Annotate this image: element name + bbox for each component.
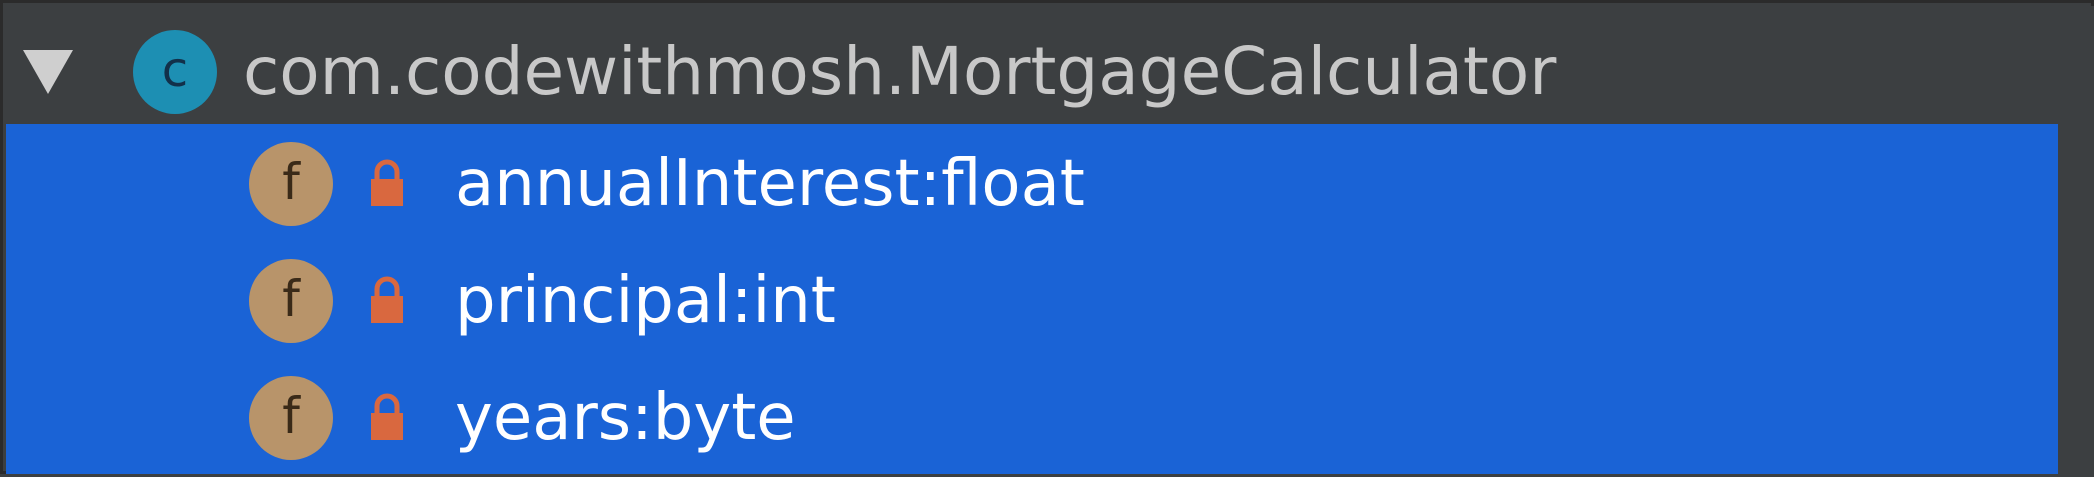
- selected-fields-group: f annualInterest:float f principal:int f: [6, 124, 2058, 477]
- field-icon-letter: f: [282, 387, 300, 445]
- field-label: years:byte: [455, 381, 796, 455]
- field-icon: f: [249, 259, 333, 343]
- lock-icon: [371, 393, 403, 440]
- expand-arrow-icon[interactable]: [23, 50, 73, 94]
- field-label: annualInterest:float: [455, 147, 1085, 221]
- lock-icon: [371, 159, 403, 206]
- lock-icon: [371, 276, 403, 323]
- field-icon-letter: f: [282, 153, 300, 211]
- class-icon-letter: c: [161, 42, 189, 98]
- structure-panel: c com.codewithmosh.MortgageCalculator f …: [0, 0, 2094, 477]
- field-label: principal:int: [455, 264, 836, 338]
- class-node-row[interactable]: c com.codewithmosh.MortgageCalculator: [3, 6, 2094, 124]
- class-icon: c: [133, 30, 217, 114]
- field-icon: f: [249, 376, 333, 460]
- field-icon-letter: f: [282, 270, 300, 328]
- field-row-annual-interest[interactable]: f annualInterest:float: [9, 124, 2061, 241]
- field-row-years[interactable]: f years:byte: [9, 358, 2061, 475]
- class-node-label: com.codewithmosh.MortgageCalculator: [243, 33, 1557, 110]
- field-row-principal[interactable]: f principal:int: [9, 241, 2061, 358]
- field-icon: f: [249, 142, 333, 226]
- scrollbar-gutter[interactable]: [2058, 124, 2094, 474]
